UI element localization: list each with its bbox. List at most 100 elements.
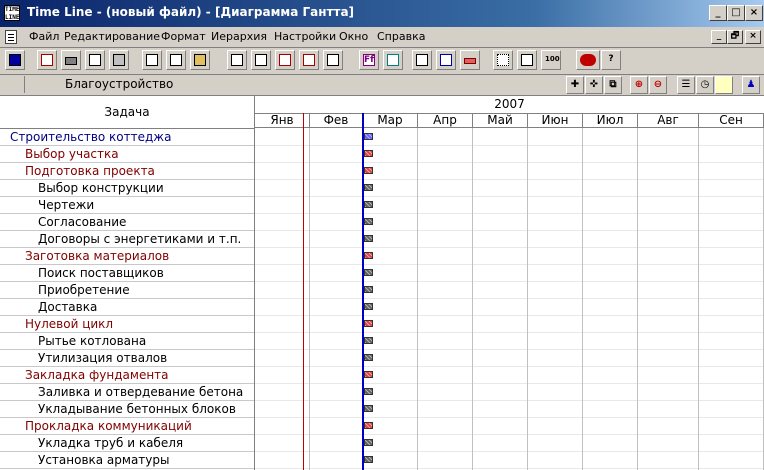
task-row[interactable]: Выбор конструкции [0, 180, 254, 197]
highlight-button[interactable] [383, 50, 403, 70]
close-button[interactable]: × [745, 5, 763, 21]
task-row[interactable]: Нулевой цикл [0, 316, 254, 333]
menu-help[interactable]: Справка [377, 30, 425, 43]
gantt-bar[interactable] [364, 235, 373, 242]
add-task-icon[interactable]: ✚ [566, 76, 584, 94]
mdi-close-button[interactable]: × [745, 30, 761, 44]
outline-button[interactable] [227, 50, 247, 70]
gantt-bar[interactable] [364, 150, 373, 157]
gantt-bar[interactable] [364, 371, 373, 378]
mascot-button[interactable] [576, 50, 600, 70]
gantt-bar[interactable] [364, 354, 373, 361]
outline2-button[interactable] [251, 50, 271, 70]
tree-button[interactable] [412, 50, 432, 70]
gantt-bar[interactable] [364, 303, 373, 310]
menu-file[interactable]: Файл [29, 30, 59, 43]
zoom-in-icon[interactable]: ⊕ [630, 76, 648, 94]
clipboard-icon [194, 54, 206, 66]
clipboard-button[interactable] [190, 50, 210, 70]
list-icon[interactable]: ☰ [677, 76, 695, 94]
font-button[interactable]: Ff [359, 50, 379, 70]
task-row[interactable]: Укладка труб и кабеля [0, 435, 254, 452]
mdi-restore-button[interactable]: 🗗 [727, 30, 743, 44]
grid-icon [497, 54, 509, 66]
menu-edit[interactable]: Редактирование [64, 30, 160, 43]
calendar-button[interactable] [109, 50, 129, 70]
gantt-bar[interactable] [364, 405, 373, 412]
mdi-minimize-button[interactable]: _ [711, 30, 727, 44]
task-row[interactable]: Доставка [0, 299, 254, 316]
gantt-bar[interactable] [364, 252, 373, 259]
link-icon [440, 54, 452, 66]
task-row[interactable]: Договоры с энергетиками и т.п. [0, 231, 254, 248]
gantt-chart: 2007 Янв Фев Мар Апр Май Июн Июл Авг Сен [255, 96, 764, 470]
cut-button[interactable] [142, 50, 162, 70]
document-icon[interactable] [5, 30, 17, 44]
gantt-bar[interactable] [364, 439, 373, 446]
gantt-bar[interactable] [364, 337, 373, 344]
new-doc-icon [41, 54, 53, 66]
task-row[interactable]: Утилизация отвалов [0, 350, 254, 367]
new-doc-button[interactable] [37, 50, 57, 70]
note-icon[interactable] [715, 76, 733, 94]
task-name-field[interactable]: Благоустройство [24, 76, 562, 93]
task-row[interactable]: Заготовка материалов [0, 248, 254, 265]
paste-button[interactable] [166, 50, 186, 70]
task-row[interactable]: Строительство коттеджа [0, 129, 254, 146]
menu-hierarchy[interactable]: Иерархия [211, 30, 267, 43]
grid-button[interactable] [493, 50, 513, 70]
task-row[interactable]: Прокладка коммуникаций [0, 418, 254, 435]
add-milestone-icon[interactable]: ✜ [585, 76, 603, 94]
gantt-bar[interactable] [364, 269, 373, 276]
gantt-row-line [255, 417, 764, 418]
zoom-out-icon[interactable]: ⊖ [649, 76, 667, 94]
gantt-bar[interactable] [364, 201, 373, 208]
gantt-bar[interactable] [364, 286, 373, 293]
task-column-header[interactable]: Задача [0, 96, 254, 129]
task-row[interactable]: Подготовка проекта [0, 163, 254, 180]
task-row[interactable]: Установка арматуры [0, 452, 254, 469]
indent-button[interactable] [275, 50, 295, 70]
minimize-button[interactable]: _ [709, 5, 727, 21]
task-row[interactable]: Выбор участка [0, 146, 254, 163]
bar-style-button[interactable] [460, 50, 480, 70]
task-row[interactable]: Закладка фундамента [0, 367, 254, 384]
task-row[interactable]: Укладывание бетонных блоков [0, 401, 254, 418]
print-button[interactable] [61, 50, 81, 70]
new-chart-button[interactable] [5, 50, 25, 70]
task-row[interactable]: Чертежи [0, 197, 254, 214]
gantt-bar[interactable] [364, 133, 373, 140]
gantt-bar[interactable] [364, 320, 373, 327]
help-button[interactable]: ? [601, 50, 621, 70]
menu-format[interactable]: Формат [161, 30, 206, 43]
task-row[interactable]: Согласование [0, 214, 254, 231]
month-header-cell: Янв [255, 113, 310, 128]
today-marker [303, 113, 304, 470]
person-icon[interactable]: ♟ [742, 76, 760, 94]
task-row[interactable]: Заливка и отвердевание бетона [0, 384, 254, 401]
menu-window[interactable]: Окно [339, 30, 368, 43]
gantt-bar[interactable] [364, 184, 373, 191]
gantt-bar[interactable] [364, 218, 373, 225]
month-header-cell: Авг [638, 113, 699, 128]
zoom100-button[interactable]: 100 [541, 50, 561, 70]
maximize-button[interactable]: □ [727, 5, 745, 21]
task-row[interactable]: Рытье котлована [0, 333, 254, 350]
gantt-bar[interactable] [364, 167, 373, 174]
title-bar[interactable]: TIME LINE Time Line - (новый файл) - [Ди… [0, 0, 764, 27]
task-row[interactable]: Поиск поставщиков [0, 265, 254, 282]
outdent-button[interactable] [299, 50, 319, 70]
clock-icon[interactable]: ◷ [696, 76, 714, 94]
gantt-bar[interactable] [364, 388, 373, 395]
split-button[interactable] [517, 50, 537, 70]
link-tasks-icon[interactable]: ⧉ [604, 76, 622, 94]
gantt-bar[interactable] [364, 422, 373, 429]
app-icon[interactable]: TIME LINE [4, 5, 20, 21]
menu-settings[interactable]: Настройки [274, 30, 336, 43]
task-row[interactable]: Приобретение [0, 282, 254, 299]
gantt-bar[interactable] [364, 456, 373, 463]
sort-button[interactable] [323, 50, 343, 70]
copy-view-button[interactable] [85, 50, 105, 70]
link-button[interactable] [436, 50, 456, 70]
gantt-row-line [255, 264, 764, 265]
